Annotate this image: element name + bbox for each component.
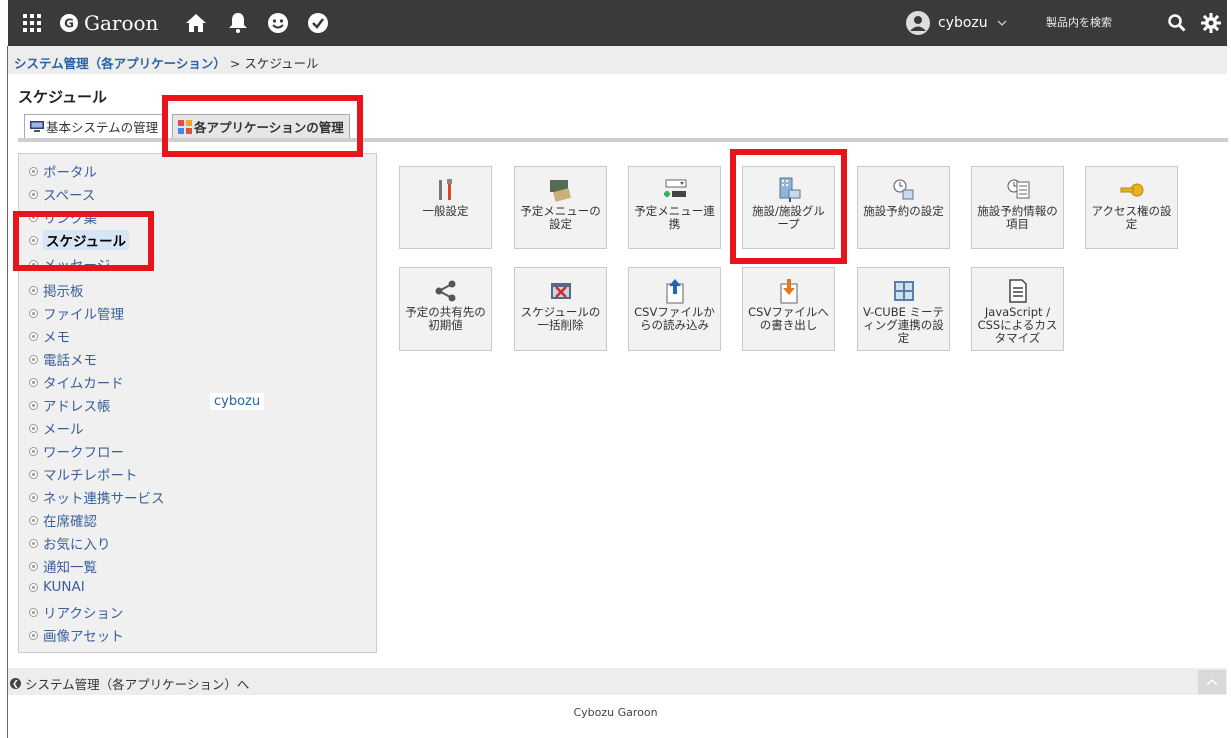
tile-schedule-menu-settings[interactable]: 予定メニューの 設定 xyxy=(514,166,607,249)
search-input[interactable] xyxy=(1040,12,1180,34)
tab-label: 基本システムの管理 xyxy=(46,120,159,135)
tile-bulk-delete[interactable]: スケジュールの 一括削除 xyxy=(514,267,607,351)
breadcrumb-current: スケジュール xyxy=(244,56,319,71)
breadcrumb: システム管理（各アプリケーション） > スケジュール xyxy=(8,46,1227,74)
document-icon xyxy=(1008,279,1027,303)
logo-text: Garoon xyxy=(84,11,159,35)
menu-item-workflow[interactable]: ワークフロー xyxy=(29,441,124,461)
back-arrow-icon: ❮ xyxy=(10,678,21,689)
bullet-icon xyxy=(29,331,38,341)
menu-item-memo[interactable]: メモ xyxy=(29,326,70,346)
tile-csv-import[interactable]: CSVファイルか らの読み込み xyxy=(628,267,721,351)
bullet-icon xyxy=(29,308,38,318)
user-avatar-icon xyxy=(906,11,930,35)
calendar-delete-icon xyxy=(550,283,571,299)
menu-link-icon xyxy=(663,179,686,197)
home-icon[interactable] xyxy=(180,0,212,46)
floating-user-label: cybozu xyxy=(210,393,265,410)
clock-list-icon xyxy=(1007,179,1029,199)
menu-item-address-book[interactable]: アドレス帳 xyxy=(29,395,111,415)
menu-item-portal[interactable]: ポータル xyxy=(29,161,97,181)
tile-access-rights[interactable]: アクセス権の設定 xyxy=(1085,166,1178,249)
tile-csv-export[interactable]: CSVファイルへ の書き出し xyxy=(742,267,835,351)
top-bar: G Garoon cybozu xyxy=(0,0,1231,46)
breadcrumb-parent-link[interactable]: システム管理（各アプリケーション） xyxy=(14,56,226,71)
garoon-logo-icon: G xyxy=(60,14,78,32)
chevron-up-icon xyxy=(1206,678,1218,686)
bullet-icon xyxy=(29,423,38,433)
monitor-icon xyxy=(30,121,44,132)
menu-item-phone-memo[interactable]: 電話メモ xyxy=(29,349,97,369)
user-menu[interactable]: cybozu xyxy=(906,0,1008,46)
app-menu-icon[interactable] xyxy=(16,0,48,46)
clock-facility-icon xyxy=(893,179,913,200)
bullet-icon xyxy=(29,561,38,571)
bullet-icon xyxy=(29,377,38,387)
key-icon xyxy=(1120,183,1143,197)
menu-item-image-asset[interactable]: 画像アセット xyxy=(29,625,124,645)
tile-schedule-menu-link[interactable]: 予定メニュー連携 xyxy=(628,166,721,249)
bullet-icon xyxy=(29,189,38,199)
gear-icon[interactable] xyxy=(1198,0,1224,46)
menu-item-multi-report[interactable]: マルチレポート xyxy=(29,464,138,484)
svg-text:G: G xyxy=(64,17,74,31)
menu-item-net-service[interactable]: ネット連携サービス xyxy=(29,487,165,507)
bullet-icon xyxy=(29,630,38,640)
menu-board-icon xyxy=(549,180,571,202)
user-name: cybozu xyxy=(938,15,988,31)
tile-vcube-meeting[interactable]: V-CUBE ミーテ ィング連携の設定 xyxy=(857,267,950,351)
share-icon xyxy=(435,280,455,302)
garoon-logo[interactable]: G Garoon xyxy=(60,0,158,46)
scroll-to-top-button[interactable] xyxy=(1198,670,1226,694)
highlight-box-menu xyxy=(13,211,154,271)
bullet-icon xyxy=(29,400,38,410)
back-link[interactable]: ❮ システム管理（各アプリケーション）へ xyxy=(10,674,249,693)
video-meeting-icon xyxy=(893,281,914,301)
check-circle-icon[interactable] xyxy=(302,0,334,46)
tile-facility-reservation-fields[interactable]: 施設予約情報の 項目 xyxy=(971,166,1064,249)
bottom-bar: ❮ システム管理（各アプリケーション）へ xyxy=(8,668,1227,695)
menu-item-space[interactable]: スペース xyxy=(29,184,95,204)
bell-icon[interactable] xyxy=(222,0,254,46)
tab-basic-system[interactable]: 基本システムの管理 xyxy=(24,114,166,138)
bullet-icon xyxy=(29,285,38,295)
tile-general-settings[interactable]: 一般設定 xyxy=(399,166,492,249)
highlight-box-tile xyxy=(730,149,847,264)
menu-item-file[interactable]: ファイル管理 xyxy=(29,303,124,323)
bullet-icon xyxy=(29,607,38,617)
footer: Cybozu Garoon xyxy=(573,706,658,719)
bullet-icon xyxy=(29,538,38,548)
bullet-icon xyxy=(29,354,38,364)
menu-item-presence[interactable]: 在席確認 xyxy=(29,510,97,530)
breadcrumb-separator: > xyxy=(225,56,245,71)
menu-item-kunai[interactable]: KUNAI xyxy=(29,579,85,595)
bullet-icon xyxy=(29,446,38,456)
search-icon[interactable] xyxy=(1164,0,1190,46)
page-title: スケジュール xyxy=(18,88,107,106)
bullet-icon xyxy=(29,469,38,479)
csv-export-icon xyxy=(780,279,797,304)
tile-default-sharing[interactable]: 予定の共有先の 初期値 xyxy=(399,267,492,351)
bullet-icon xyxy=(29,166,38,176)
csv-import-icon xyxy=(666,279,683,304)
menu-item-mail[interactable]: メール xyxy=(29,418,84,438)
tools-icon xyxy=(438,179,452,200)
menu-item-bulletin[interactable]: 掲示板 xyxy=(29,280,84,300)
bullet-icon xyxy=(29,515,38,525)
menu-item-favorites[interactable]: お気に入り xyxy=(29,533,111,553)
menu-item-reaction[interactable]: リアクション xyxy=(29,602,123,622)
tile-js-css-customize[interactable]: JavaScript / CSSによるカス タマイズ xyxy=(971,267,1064,351)
page-edge xyxy=(7,46,8,738)
highlight-box-tab xyxy=(162,95,363,157)
menu-item-timecard[interactable]: タイムカード xyxy=(29,372,124,392)
bullet-icon xyxy=(29,582,38,592)
menu-item-notifications[interactable]: 通知一覧 xyxy=(29,556,97,576)
tile-facility-reservation-settings[interactable]: 施設予約の設定 xyxy=(857,166,950,249)
chevron-down-icon xyxy=(997,20,1007,26)
smile-icon[interactable] xyxy=(262,0,294,46)
bullet-icon xyxy=(29,492,38,502)
